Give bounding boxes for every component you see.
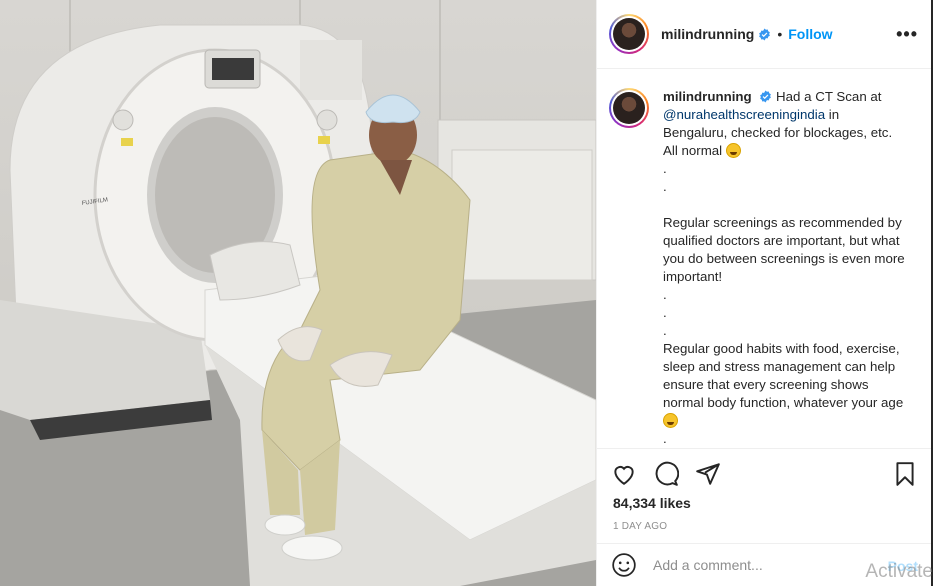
comment-icon — [655, 461, 680, 486]
ct-scan-photo-illustration: FUJIFILM — [0, 0, 596, 586]
verified-badge-icon — [759, 28, 771, 40]
caption-avatar[interactable] — [609, 88, 649, 128]
post-header: milindrunning • Follow ••• — [597, 0, 932, 69]
caption-dot: . — [663, 305, 667, 320]
caption-dot: . — [663, 431, 667, 446]
verified-badge-icon — [760, 90, 772, 103]
post-date[interactable]: 1 DAY AGO — [613, 521, 667, 532]
header-separator: • — [777, 26, 783, 42]
grinning-emoji-icon — [663, 413, 678, 428]
avatar-image — [613, 18, 645, 50]
header-avatar[interactable] — [609, 14, 649, 54]
caption-dot: . — [663, 161, 667, 176]
caption-username[interactable]: milindrunning — [663, 89, 752, 104]
more-options-icon[interactable]: ••• — [896, 24, 918, 45]
caption-dot: . — [663, 287, 667, 302]
post-photo[interactable]: FUJIFILM — [0, 0, 596, 586]
post-side-panel: milindrunning • Follow ••• milindrunning… — [596, 0, 932, 586]
like-count[interactable]: 84,334 likes — [613, 495, 691, 511]
avatar-image — [613, 92, 645, 124]
caption-text: milindrunning Had a CT Scan at @nuraheal… — [663, 88, 906, 448]
grinning-emoji-icon — [725, 143, 741, 158]
caption-dot: . — [663, 323, 667, 338]
header-username[interactable]: milindrunning — [661, 26, 754, 42]
caption-paragraph-3: Regular good habits with food, exercise,… — [663, 341, 904, 410]
share-button[interactable] — [695, 461, 721, 487]
comment-button[interactable] — [653, 461, 680, 487]
caption-dot: . — [663, 179, 667, 194]
like-button[interactable] — [611, 461, 637, 487]
share-icon — [696, 463, 720, 485]
emoji-icon[interactable] — [611, 552, 637, 578]
caption-paragraph-2: Regular screenings as recommended by qua… — [663, 215, 905, 284]
caption-area: milindrunning Had a CT Scan at @nuraheal… — [597, 70, 932, 448]
bookmark-icon[interactable] — [892, 461, 918, 487]
comment-input[interactable] — [653, 557, 873, 573]
caption-mention-link[interactable]: @nurahealthscreeningindia — [663, 107, 825, 122]
heart-icon — [614, 466, 634, 485]
caption-line-1: Had a CT Scan at — [776, 89, 882, 104]
post-actions: 84,334 likes 1 DAY AGO — [597, 448, 932, 543]
follow-button[interactable]: Follow — [788, 26, 832, 42]
activate-windows-watermark: Activate — [865, 561, 933, 582]
